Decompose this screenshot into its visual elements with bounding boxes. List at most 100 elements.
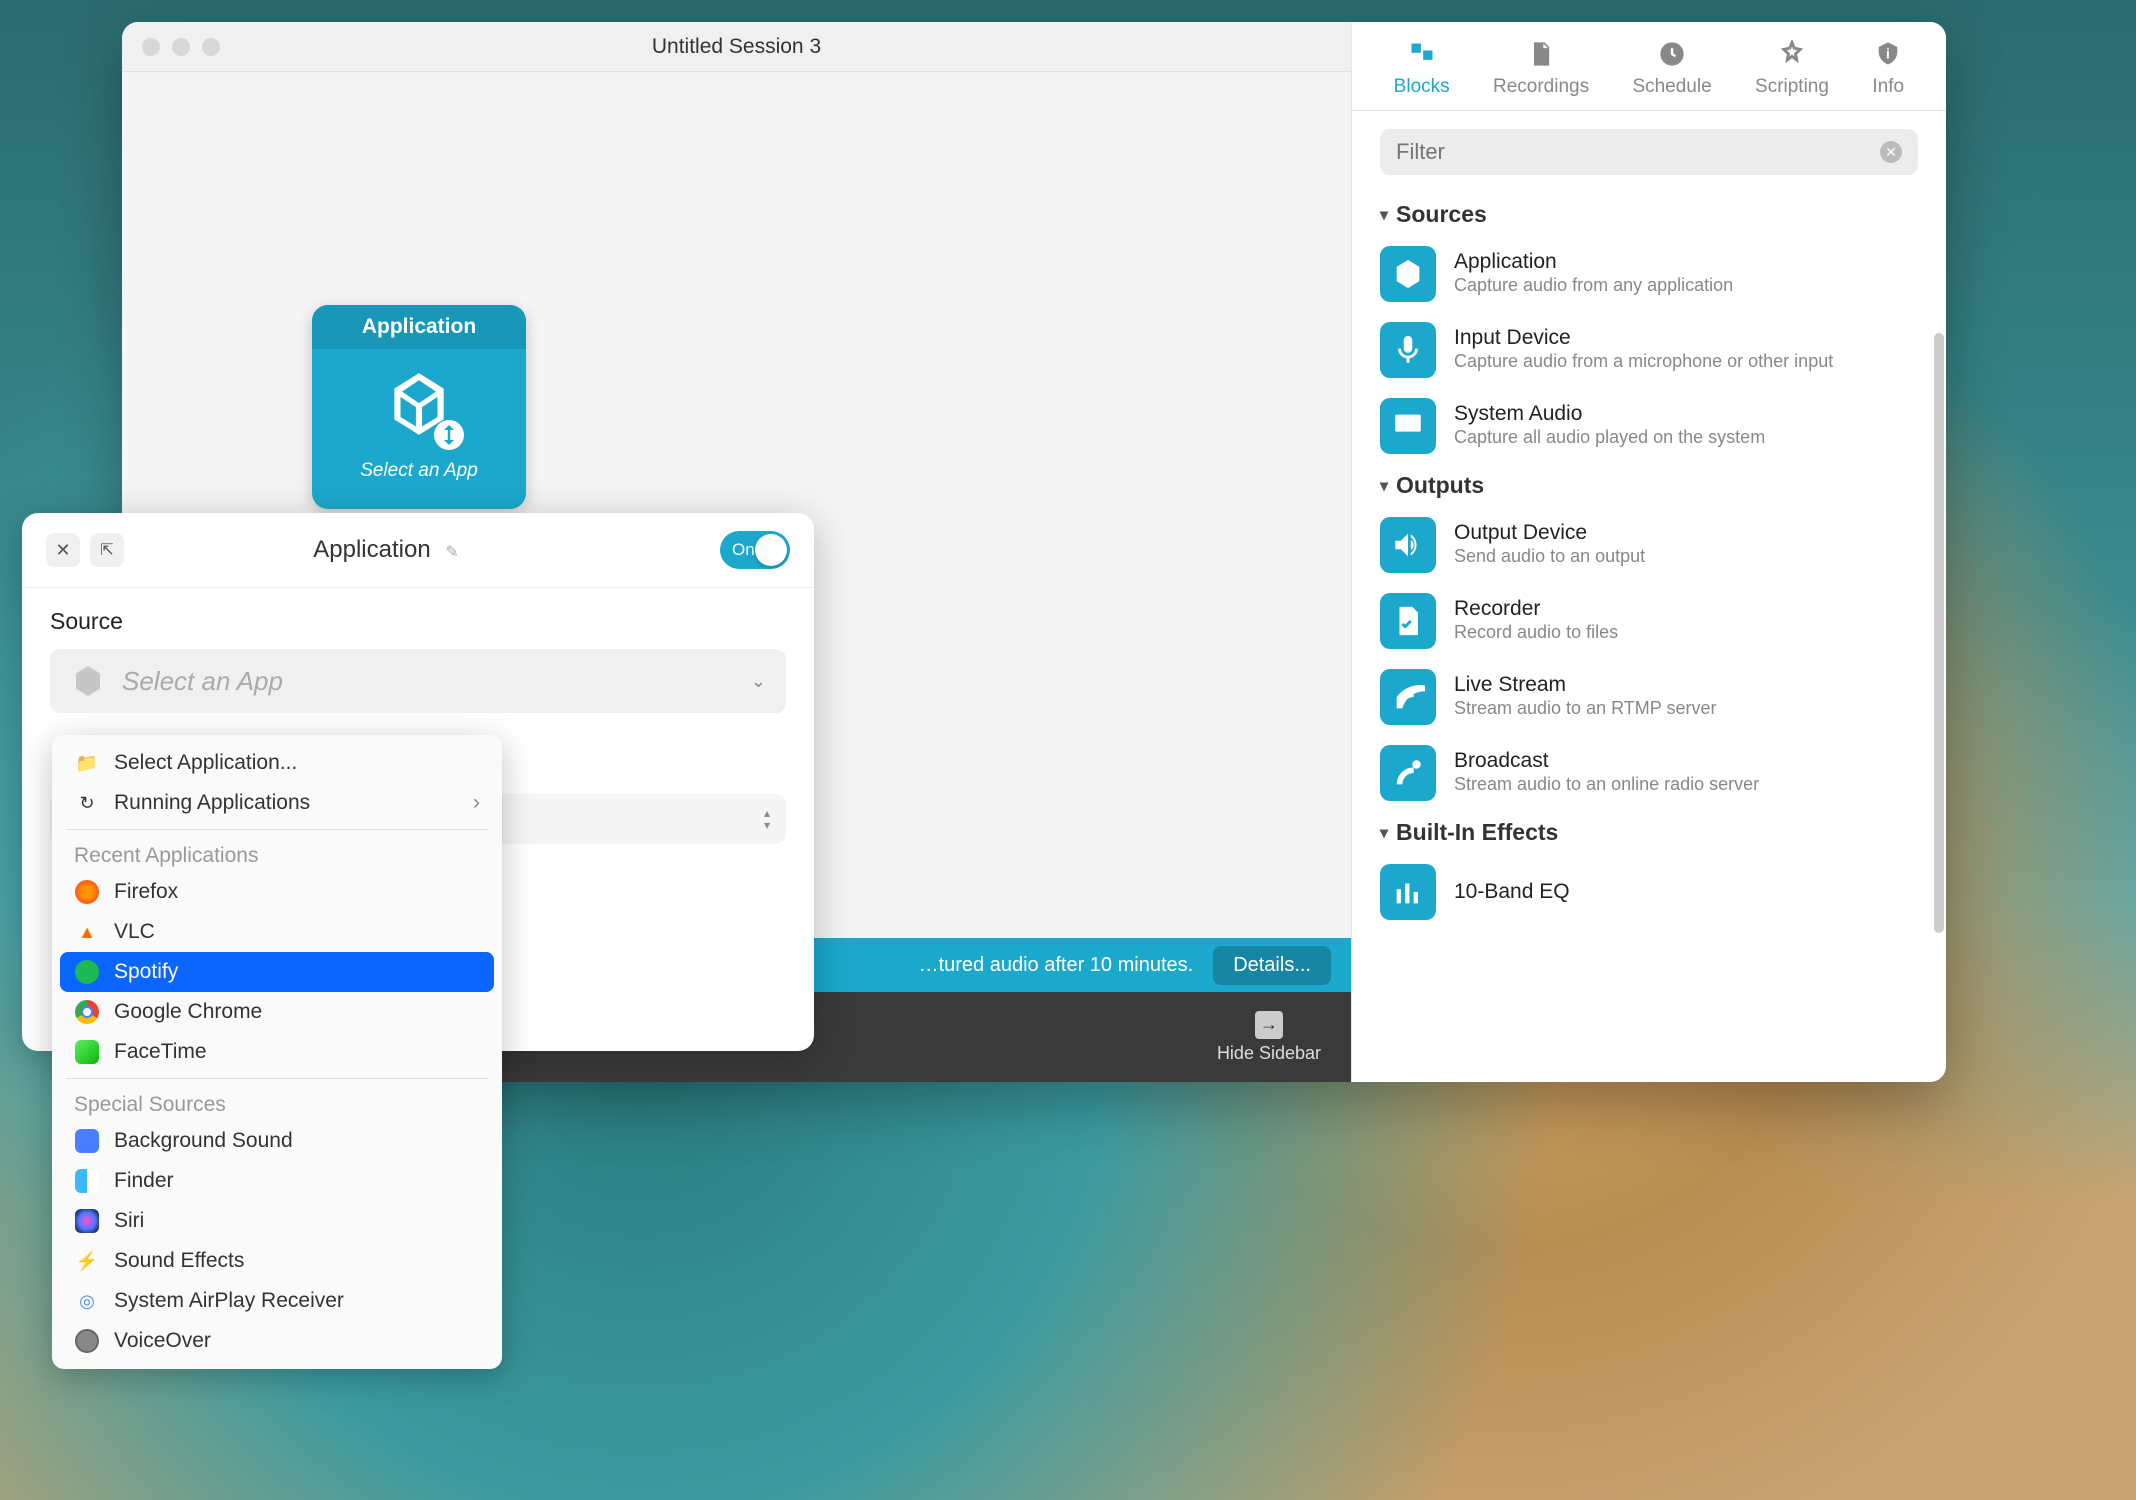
menu-app-voiceover[interactable]: VoiceOver xyxy=(52,1321,502,1361)
tab-info[interactable]: i Info xyxy=(1872,38,1904,98)
hide-sidebar-button[interactable]: → Hide Sidebar xyxy=(1217,1011,1321,1064)
microphone-icon xyxy=(1380,322,1436,378)
enabled-toggle[interactable]: On xyxy=(720,531,790,569)
tab-recordings[interactable]: Recordings xyxy=(1493,38,1589,98)
details-button[interactable]: Details... xyxy=(1213,946,1331,985)
tab-schedule[interactable]: Schedule xyxy=(1632,38,1711,98)
block-item-application[interactable]: Application Capture audio from any appli… xyxy=(1352,236,1946,312)
menu-divider xyxy=(66,1078,488,1079)
menu-item-label: Finder xyxy=(114,1169,174,1193)
block-item-broadcast[interactable]: Broadcast Stream audio to an online radi… xyxy=(1352,735,1946,811)
menu-item-label: VoiceOver xyxy=(114,1329,211,1353)
sidebar: Blocks Recordings Schedule Scripting i I… xyxy=(1351,22,1946,1082)
block-item-title: System Audio xyxy=(1454,402,1765,426)
block-item-input-device[interactable]: Input Device Capture audio from a microp… xyxy=(1352,312,1946,388)
app-dropdown-menu: 📁 Select Application... ↻ Running Applic… xyxy=(52,735,502,1369)
menu-app-firefox[interactable]: Firefox xyxy=(52,872,502,912)
block-item-title: Live Stream xyxy=(1454,673,1716,697)
eq-icon xyxy=(1380,864,1436,920)
window-title: Untitled Session 3 xyxy=(122,35,1351,59)
app-select[interactable]: Select an App ⌄ xyxy=(50,649,786,713)
block-item-output-device[interactable]: Output Device Send audio to an output xyxy=(1352,507,1946,583)
finder-icon xyxy=(74,1168,100,1194)
section-outputs-header[interactable]: ▾ Outputs xyxy=(1352,464,1946,507)
filter-input[interactable] xyxy=(1396,139,1880,165)
block-item-desc: Capture audio from a microphone or other… xyxy=(1454,350,1833,373)
edit-icon[interactable]: ✎ xyxy=(445,544,458,561)
menu-section-special: Special Sources xyxy=(52,1085,502,1121)
tab-recordings-label: Recordings xyxy=(1493,76,1589,98)
menu-app-spotify[interactable]: Spotify xyxy=(60,952,494,992)
chevron-down-icon: ▾ xyxy=(1380,205,1388,225)
menu-select-application[interactable]: 📁 Select Application... xyxy=(52,743,502,783)
background-sound-icon xyxy=(74,1128,100,1154)
filter-box[interactable]: ✕ xyxy=(1380,129,1918,175)
titlebar[interactable]: Untitled Session 3 xyxy=(122,22,1351,72)
block-title: Application xyxy=(312,305,526,349)
menu-app-finder[interactable]: Finder xyxy=(52,1161,502,1201)
application-block[interactable]: Application Select an App xyxy=(312,305,526,509)
tab-blocks[interactable]: Blocks xyxy=(1394,38,1450,98)
recordings-icon xyxy=(1525,38,1557,70)
block-item-desc: Stream audio to an online radio server xyxy=(1454,773,1759,796)
block-item-title: Application xyxy=(1454,250,1733,274)
filter-clear-icon[interactable]: ✕ xyxy=(1880,141,1902,163)
menu-app-chrome[interactable]: Google Chrome xyxy=(52,992,502,1032)
sidebar-tabs: Blocks Recordings Schedule Scripting i I… xyxy=(1352,22,1946,111)
block-item-title: Input Device xyxy=(1454,326,1833,350)
block-item-desc: Record audio to files xyxy=(1454,621,1618,644)
menu-item-label: System AirPlay Receiver xyxy=(114,1289,344,1313)
menu-app-facetime[interactable]: FaceTime xyxy=(52,1032,502,1072)
sound-effects-icon: ⚡ xyxy=(74,1248,100,1274)
toggle-knob xyxy=(755,534,787,566)
chevron-down-icon: ▾ xyxy=(1380,823,1388,843)
siri-icon xyxy=(74,1208,100,1234)
trial-message: …tured audio after 10 minutes. xyxy=(919,954,1194,977)
blocks-icon xyxy=(1406,38,1438,70)
menu-app-background-sound[interactable]: Background Sound xyxy=(52,1121,502,1161)
block-item-eq[interactable]: 10-Band EQ xyxy=(1352,854,1946,930)
effects-label: Built-In Effects xyxy=(1396,819,1558,846)
block-item-live-stream[interactable]: Live Stream Stream audio to an RTMP serv… xyxy=(1352,659,1946,735)
scrollbar[interactable] xyxy=(1934,333,1944,1053)
block-item-recorder[interactable]: Recorder Record audio to files xyxy=(1352,583,1946,659)
application-icon xyxy=(382,367,456,446)
menu-app-airplay[interactable]: ◎ System AirPlay Receiver xyxy=(52,1281,502,1321)
popover-title-text: Application xyxy=(313,536,430,563)
satellite-icon xyxy=(1380,669,1436,725)
menu-section-recent: Recent Applications xyxy=(52,836,502,872)
menu-app-sound-effects[interactable]: ⚡ Sound Effects xyxy=(52,1241,502,1281)
block-item-desc: Send audio to an output xyxy=(1454,545,1645,568)
tab-blocks-label: Blocks xyxy=(1394,76,1450,98)
firefox-icon xyxy=(74,879,100,905)
tab-info-label: Info xyxy=(1872,76,1904,98)
menu-app-vlc[interactable]: ▲ VLC xyxy=(52,912,502,952)
block-item-desc: Capture all audio played on the system xyxy=(1454,426,1765,449)
section-effects-header[interactable]: ▾ Built-In Effects xyxy=(1352,811,1946,854)
stepper-arrows-icon[interactable]: ▴▾ xyxy=(764,807,770,831)
tab-scripting[interactable]: Scripting xyxy=(1755,38,1829,98)
block-item-system-audio[interactable]: System Audio Capture all audio played on… xyxy=(1352,388,1946,464)
broadcast-icon xyxy=(1380,745,1436,801)
scripting-icon xyxy=(1776,38,1808,70)
menu-item-label: Sound Effects xyxy=(114,1249,244,1273)
app-placeholder-icon xyxy=(70,663,106,699)
menu-item-label: Google Chrome xyxy=(114,1000,262,1024)
scrollbar-thumb[interactable] xyxy=(1934,333,1944,933)
section-sources-header[interactable]: ▾ Sources xyxy=(1352,193,1946,236)
menu-running-applications[interactable]: ↻ Running Applications › xyxy=(52,783,502,823)
block-item-title: Recorder xyxy=(1454,597,1618,621)
source-label: Source xyxy=(50,608,786,635)
block-item-title: Output Device xyxy=(1454,521,1645,545)
block-item-title: 10-Band EQ xyxy=(1454,880,1570,904)
popover-close-button[interactable]: ✕ xyxy=(46,533,80,567)
menu-item-label: Select Application... xyxy=(114,751,297,775)
refresh-icon: ↻ xyxy=(74,790,100,816)
folder-icon: 📁 xyxy=(74,750,100,776)
menu-item-label: Background Sound xyxy=(114,1129,293,1153)
menu-item-label: Spotify xyxy=(114,960,178,984)
menu-app-siri[interactable]: Siri xyxy=(52,1201,502,1241)
popover-title: Application ✎ xyxy=(88,536,684,564)
vlc-icon: ▲ xyxy=(74,919,100,945)
select-placeholder: Select an App xyxy=(122,666,735,697)
